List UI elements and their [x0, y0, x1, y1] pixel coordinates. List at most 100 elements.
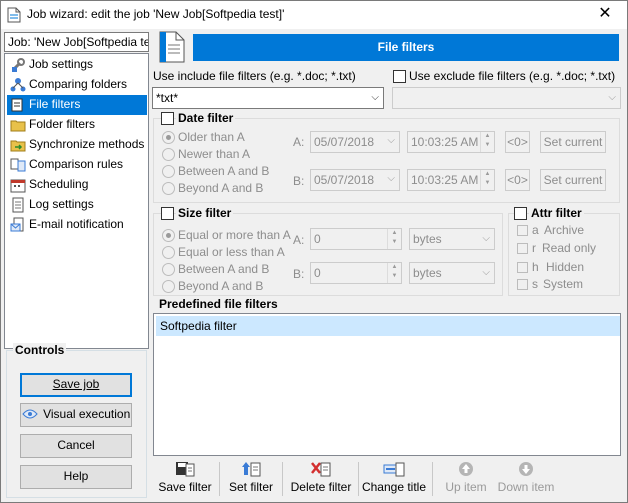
change-title-button[interactable]: Change title — [360, 460, 428, 498]
attr-filter-checkbox[interactable] — [514, 207, 527, 220]
attr-filter-title: Attr filter — [529, 206, 584, 220]
size-radio-between[interactable] — [162, 263, 175, 276]
predefined-filters-list[interactable]: Softpedia filter — [153, 313, 621, 456]
nav-item-job-settings[interactable]: Job settings — [7, 55, 147, 75]
nav-item-label: Comparison rules — [29, 157, 124, 171]
include-filter-label: Use include file filters (e.g. *.doc; *.… — [153, 69, 356, 83]
size-option-beyond: Beyond A and B — [178, 279, 264, 293]
delete-icon — [311, 462, 331, 477]
wrench-icon — [11, 58, 25, 72]
nav-item-folder-filters[interactable]: Folder filters — [7, 115, 147, 135]
set-filter-label: Set filter — [228, 480, 273, 494]
file-filter-header-icon — [159, 31, 185, 63]
nav-item-label: Comparing folders — [29, 77, 128, 91]
nav-item-comparing-folders[interactable]: Comparing folders — [7, 75, 147, 95]
filter-icon — [11, 98, 23, 112]
date-radio-newer[interactable] — [162, 148, 175, 161]
network-icon — [10, 78, 26, 92]
email-icon — [10, 217, 24, 232]
save-job-button[interactable]: Save job — [20, 373, 132, 397]
date-radio-beyond[interactable] — [162, 182, 175, 195]
wizard-nav-list[interactable]: Job settings Comparing folders File filt… — [4, 53, 149, 349]
include-filter-combo[interactable]: *txt* ⌵ — [152, 87, 384, 109]
title-bar: Job wizard: edit the job 'New Job[Softpe… — [1, 1, 627, 29]
set-filter-button[interactable]: Set filter — [224, 460, 278, 498]
controls-group: Controls Save job Visual execution Cance… — [6, 343, 147, 498]
nav-item-email-notification[interactable]: E-mail notification — [7, 215, 147, 235]
nav-item-file-filters[interactable]: File filters — [7, 95, 147, 115]
attr-readonly-checkbox[interactable] — [517, 243, 528, 254]
nav-item-label: File filters — [29, 97, 81, 111]
size-spinner[interactable]: ▲ ▼ — [387, 229, 401, 249]
size-radio-beyond[interactable] — [162, 280, 175, 293]
date-a-set-current-button[interactable]: Set current — [540, 131, 606, 153]
save-filter-button[interactable]: Save filter — [155, 460, 215, 498]
calendar-icon — [10, 179, 26, 193]
date-b-time-field[interactable]: 10:03:25 AM ▲ ▼ — [407, 169, 495, 191]
toolbar-separator — [358, 462, 359, 496]
size-option-equal-more: Equal or more than A — [178, 228, 291, 242]
attr-system-checkbox[interactable] — [517, 279, 528, 290]
nav-item-log-settings[interactable]: Log settings — [7, 195, 147, 215]
sync-icon — [10, 140, 26, 152]
size-a-field[interactable]: 0 ▲ ▼ — [310, 228, 402, 250]
date-b-zero-button[interactable]: <0> — [505, 169, 530, 191]
size-filter-checkbox[interactable] — [161, 207, 174, 220]
log-icon — [12, 197, 24, 213]
up-item-button[interactable]: Up item — [440, 460, 492, 498]
attr-hidden-code: h — [532, 260, 539, 274]
nav-item-label: Scheduling — [29, 177, 89, 191]
time-spinner[interactable]: ▲ ▼ — [480, 170, 494, 190]
controls-title: Controls — [13, 343, 67, 357]
down-item-button[interactable]: Down item — [495, 460, 557, 498]
help-button[interactable]: Help — [20, 465, 132, 489]
size-a-value: 0 — [314, 232, 321, 246]
exclude-filter-combo[interactable]: ⌵ — [392, 87, 621, 109]
toolbar-separator — [219, 462, 220, 496]
delete-filter-button[interactable]: Delete filter — [288, 460, 354, 498]
arrow-up-doc-icon — [242, 462, 261, 477]
close-button[interactable]: ✕ — [583, 1, 627, 29]
page-title: File filters — [193, 34, 619, 61]
up-item-label: Up item — [445, 480, 487, 494]
size-option-equal-less: Equal or less than A — [178, 245, 285, 259]
predefined-filters-title: Predefined file filters — [159, 297, 278, 311]
nav-item-comparison-rules[interactable]: Comparison rules — [7, 155, 147, 175]
attr-readonly-label: Read only — [542, 241, 597, 255]
date-radio-older[interactable] — [162, 131, 175, 144]
date-b-date-field[interactable]: 05/07/2018 ⌵ — [310, 169, 400, 191]
size-spinner[interactable]: ▲ ▼ — [387, 263, 401, 283]
rules-icon — [10, 158, 26, 172]
date-a-date-value: 05/07/2018 — [314, 135, 375, 149]
date-radio-between[interactable] — [162, 165, 175, 178]
change-title-label: Change title — [361, 480, 427, 494]
size-radio-equal-more[interactable] — [162, 229, 175, 242]
date-filter-checkbox[interactable] — [161, 112, 174, 125]
size-a-unit-combo[interactable]: bytes ⌵ — [409, 228, 495, 250]
exclude-filter-checkbox[interactable] — [393, 70, 406, 83]
arrow-down-circle-icon — [519, 462, 533, 476]
rename-icon — [383, 462, 405, 477]
date-a-time-field[interactable]: 10:03:25 AM ▲ ▼ — [407, 131, 495, 153]
save-icon — [176, 462, 195, 477]
date-a-date-field[interactable]: 05/07/2018 ⌵ — [310, 131, 400, 153]
date-b-time-value: 10:03:25 AM — [411, 173, 479, 187]
date-b-set-current-button[interactable]: Set current — [540, 169, 606, 191]
delete-filter-label: Delete filter — [290, 480, 352, 494]
nav-item-synchronize-methods[interactable]: Synchronize methods — [7, 135, 147, 155]
attr-hidden-checkbox[interactable] — [517, 262, 528, 273]
visual-execution-button[interactable]: Visual execution — [20, 403, 132, 427]
job-name-field[interactable]: Job: 'New Job[Softpedia test]' — [4, 32, 149, 52]
nav-item-scheduling[interactable]: Scheduling — [7, 175, 147, 195]
exclude-filter-label: Use exclude file filters (e.g. *.doc; *.… — [409, 69, 616, 83]
list-item[interactable]: Softpedia filter — [156, 316, 620, 336]
size-b-field[interactable]: 0 ▲ ▼ — [310, 262, 402, 284]
cancel-button[interactable]: Cancel — [20, 434, 132, 458]
size-radio-equal-less[interactable] — [162, 246, 175, 259]
time-spinner[interactable]: ▲ ▼ — [480, 132, 494, 152]
date-a-zero-button[interactable]: <0> — [505, 131, 530, 153]
attr-archive-checkbox[interactable] — [517, 225, 528, 236]
arrow-up-circle-icon — [459, 462, 473, 476]
size-b-unit-combo[interactable]: bytes ⌵ — [409, 262, 495, 284]
chevron-down-icon: ⌵ — [387, 173, 395, 184]
